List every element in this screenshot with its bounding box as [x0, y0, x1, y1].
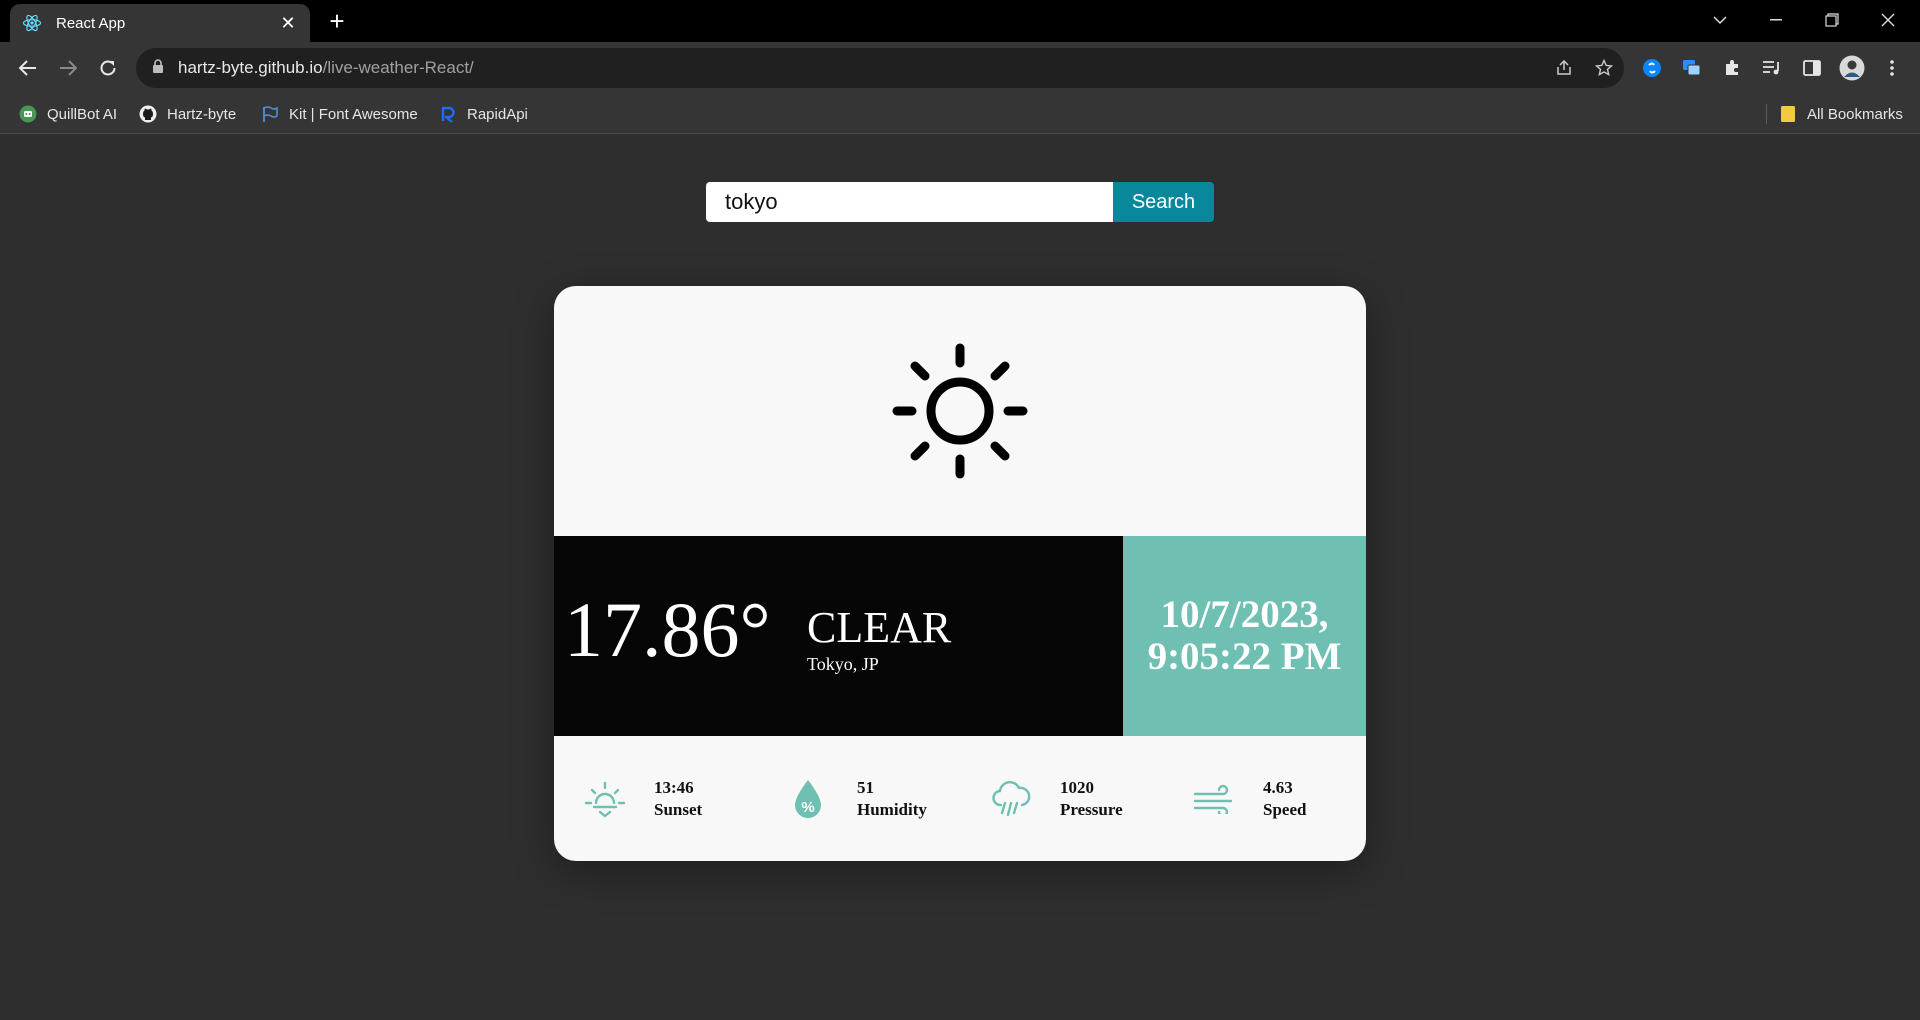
flag-icon — [260, 104, 280, 124]
url-path: /live-weather-React/ — [322, 58, 474, 77]
pressure-icon — [986, 774, 1036, 824]
datetime-panel: 10/7/2023, 9:05:22 PM — [1123, 536, 1366, 736]
profile-avatar[interactable] — [1838, 54, 1866, 82]
all-bookmarks-label: All Bookmarks — [1807, 105, 1903, 123]
bookmark-label: QuillBot AI — [47, 105, 118, 123]
stat-text: 4.63 Speed — [1263, 777, 1306, 821]
weather-icon-area — [554, 286, 1366, 536]
humidity-value: 51 — [857, 778, 874, 797]
sunset-icon — [580, 774, 630, 824]
weather-app: Search 17.86° CLEAR Tokyo, JP — [0, 135, 1920, 1020]
sun-icon — [892, 343, 1028, 479]
bookmark-hartz-byte[interactable]: Hartz-byte — [138, 102, 236, 126]
humidity-icon: % — [783, 774, 833, 824]
date-text: 10/7/2023, — [1160, 593, 1329, 636]
bookmarks-divider — [1766, 104, 1767, 124]
pressure-value: 1020 — [1060, 778, 1094, 797]
side-panel-icon[interactable] — [1798, 54, 1826, 82]
weather-card: 17.86° CLEAR Tokyo, JP 10/7/2023, 9:05:2… — [554, 286, 1366, 861]
shazam-icon[interactable] — [1638, 54, 1666, 82]
bookmark-rapidapi[interactable]: RapidApi — [438, 102, 528, 126]
extensions-puzzle-icon[interactable] — [1718, 54, 1746, 82]
stat-humidity: % 51 Humidity — [783, 774, 927, 824]
pressure-label: Pressure — [1060, 800, 1123, 819]
stat-wind: 4.63 Speed — [1189, 774, 1306, 824]
search-input[interactable] — [706, 182, 1113, 222]
address-bar[interactable]: hartz-byte.github.io/live-weather-React/ — [136, 48, 1624, 88]
search-button[interactable]: Search — [1113, 182, 1214, 222]
stat-text: 13:46 Sunset — [654, 777, 702, 821]
folder-icon — [1778, 104, 1798, 124]
lock-icon[interactable] — [152, 58, 164, 78]
react-icon — [22, 13, 42, 33]
stat-text: 1020 Pressure — [1060, 777, 1123, 821]
humidity-label: Humidity — [857, 800, 927, 819]
rapidapi-icon — [438, 104, 458, 124]
tabs-extension-icon[interactable] — [1678, 54, 1706, 82]
quillbot-icon — [18, 104, 38, 124]
bookmark-label: Kit | Font Awesome — [289, 105, 418, 123]
sunset-value: 13:46 — [654, 778, 694, 797]
weather-condition: CLEAR — [807, 603, 952, 652]
browser-tabstrip: React App ✕ + — [0, 0, 1920, 42]
url-host: hartz-byte.github.io — [178, 58, 323, 77]
all-bookmarks-button[interactable]: All Bookmarks — [1778, 102, 1903, 126]
star-icon[interactable] — [1592, 58, 1616, 78]
restore-icon[interactable] — [1804, 0, 1860, 40]
location-label: Tokyo, JP — [807, 654, 879, 674]
stat-sunset: 13:46 Sunset — [580, 774, 702, 824]
stat-pressure: 1020 Pressure — [986, 774, 1123, 824]
bookmark-label: Hartz-byte — [167, 105, 237, 123]
share-icon[interactable] — [1552, 58, 1576, 78]
wind-label: Speed — [1263, 800, 1307, 819]
wind-icon — [1189, 774, 1239, 824]
tab-title: React App — [56, 14, 126, 32]
url-text: hartz-byte.github.io/live-weather-React/ — [178, 58, 474, 78]
svg-text:%: % — [801, 799, 814, 816]
stat-text: 51 Humidity — [857, 777, 927, 821]
menu-kebab-icon[interactable] — [1878, 54, 1906, 82]
browser-toolbar: hartz-byte.github.io/live-weather-React/ — [0, 42, 1920, 94]
close-window-icon[interactable] — [1860, 0, 1916, 40]
bookmark-font-awesome[interactable]: Kit | Font Awesome — [260, 102, 418, 126]
reload-icon[interactable] — [92, 52, 124, 84]
browser-tab[interactable]: React App ✕ — [10, 4, 310, 42]
bookmark-label: RapidApi — [467, 105, 528, 123]
bookmark-quillbot[interactable]: QuillBot AI — [18, 102, 117, 126]
back-icon[interactable] — [12, 52, 44, 84]
time-text: 9:05:22 PM — [1147, 635, 1342, 678]
minimize-icon[interactable] — [1748, 0, 1804, 40]
wind-value: 4.63 — [1263, 778, 1293, 797]
bookmarks-bar: QuillBot AI Hartz-byte Kit | Font Awesom… — [0, 94, 1920, 134]
sunset-label: Sunset — [654, 800, 703, 819]
temperature-value: 17.86° — [564, 586, 771, 673]
tab-search-icon[interactable] — [1692, 0, 1748, 40]
weather-stats: 13:46 Sunset % 51 Humidity 1020 Pressure… — [554, 736, 1366, 861]
new-tab-button[interactable]: + — [324, 8, 350, 34]
close-tab-icon[interactable]: ✕ — [278, 13, 298, 34]
temperature-panel: 17.86° CLEAR Tokyo, JP — [554, 536, 1123, 736]
search-bar: Search — [706, 182, 1214, 224]
media-control-icon[interactable] — [1758, 54, 1786, 82]
forward-icon[interactable] — [52, 52, 84, 84]
github-icon — [138, 104, 158, 124]
